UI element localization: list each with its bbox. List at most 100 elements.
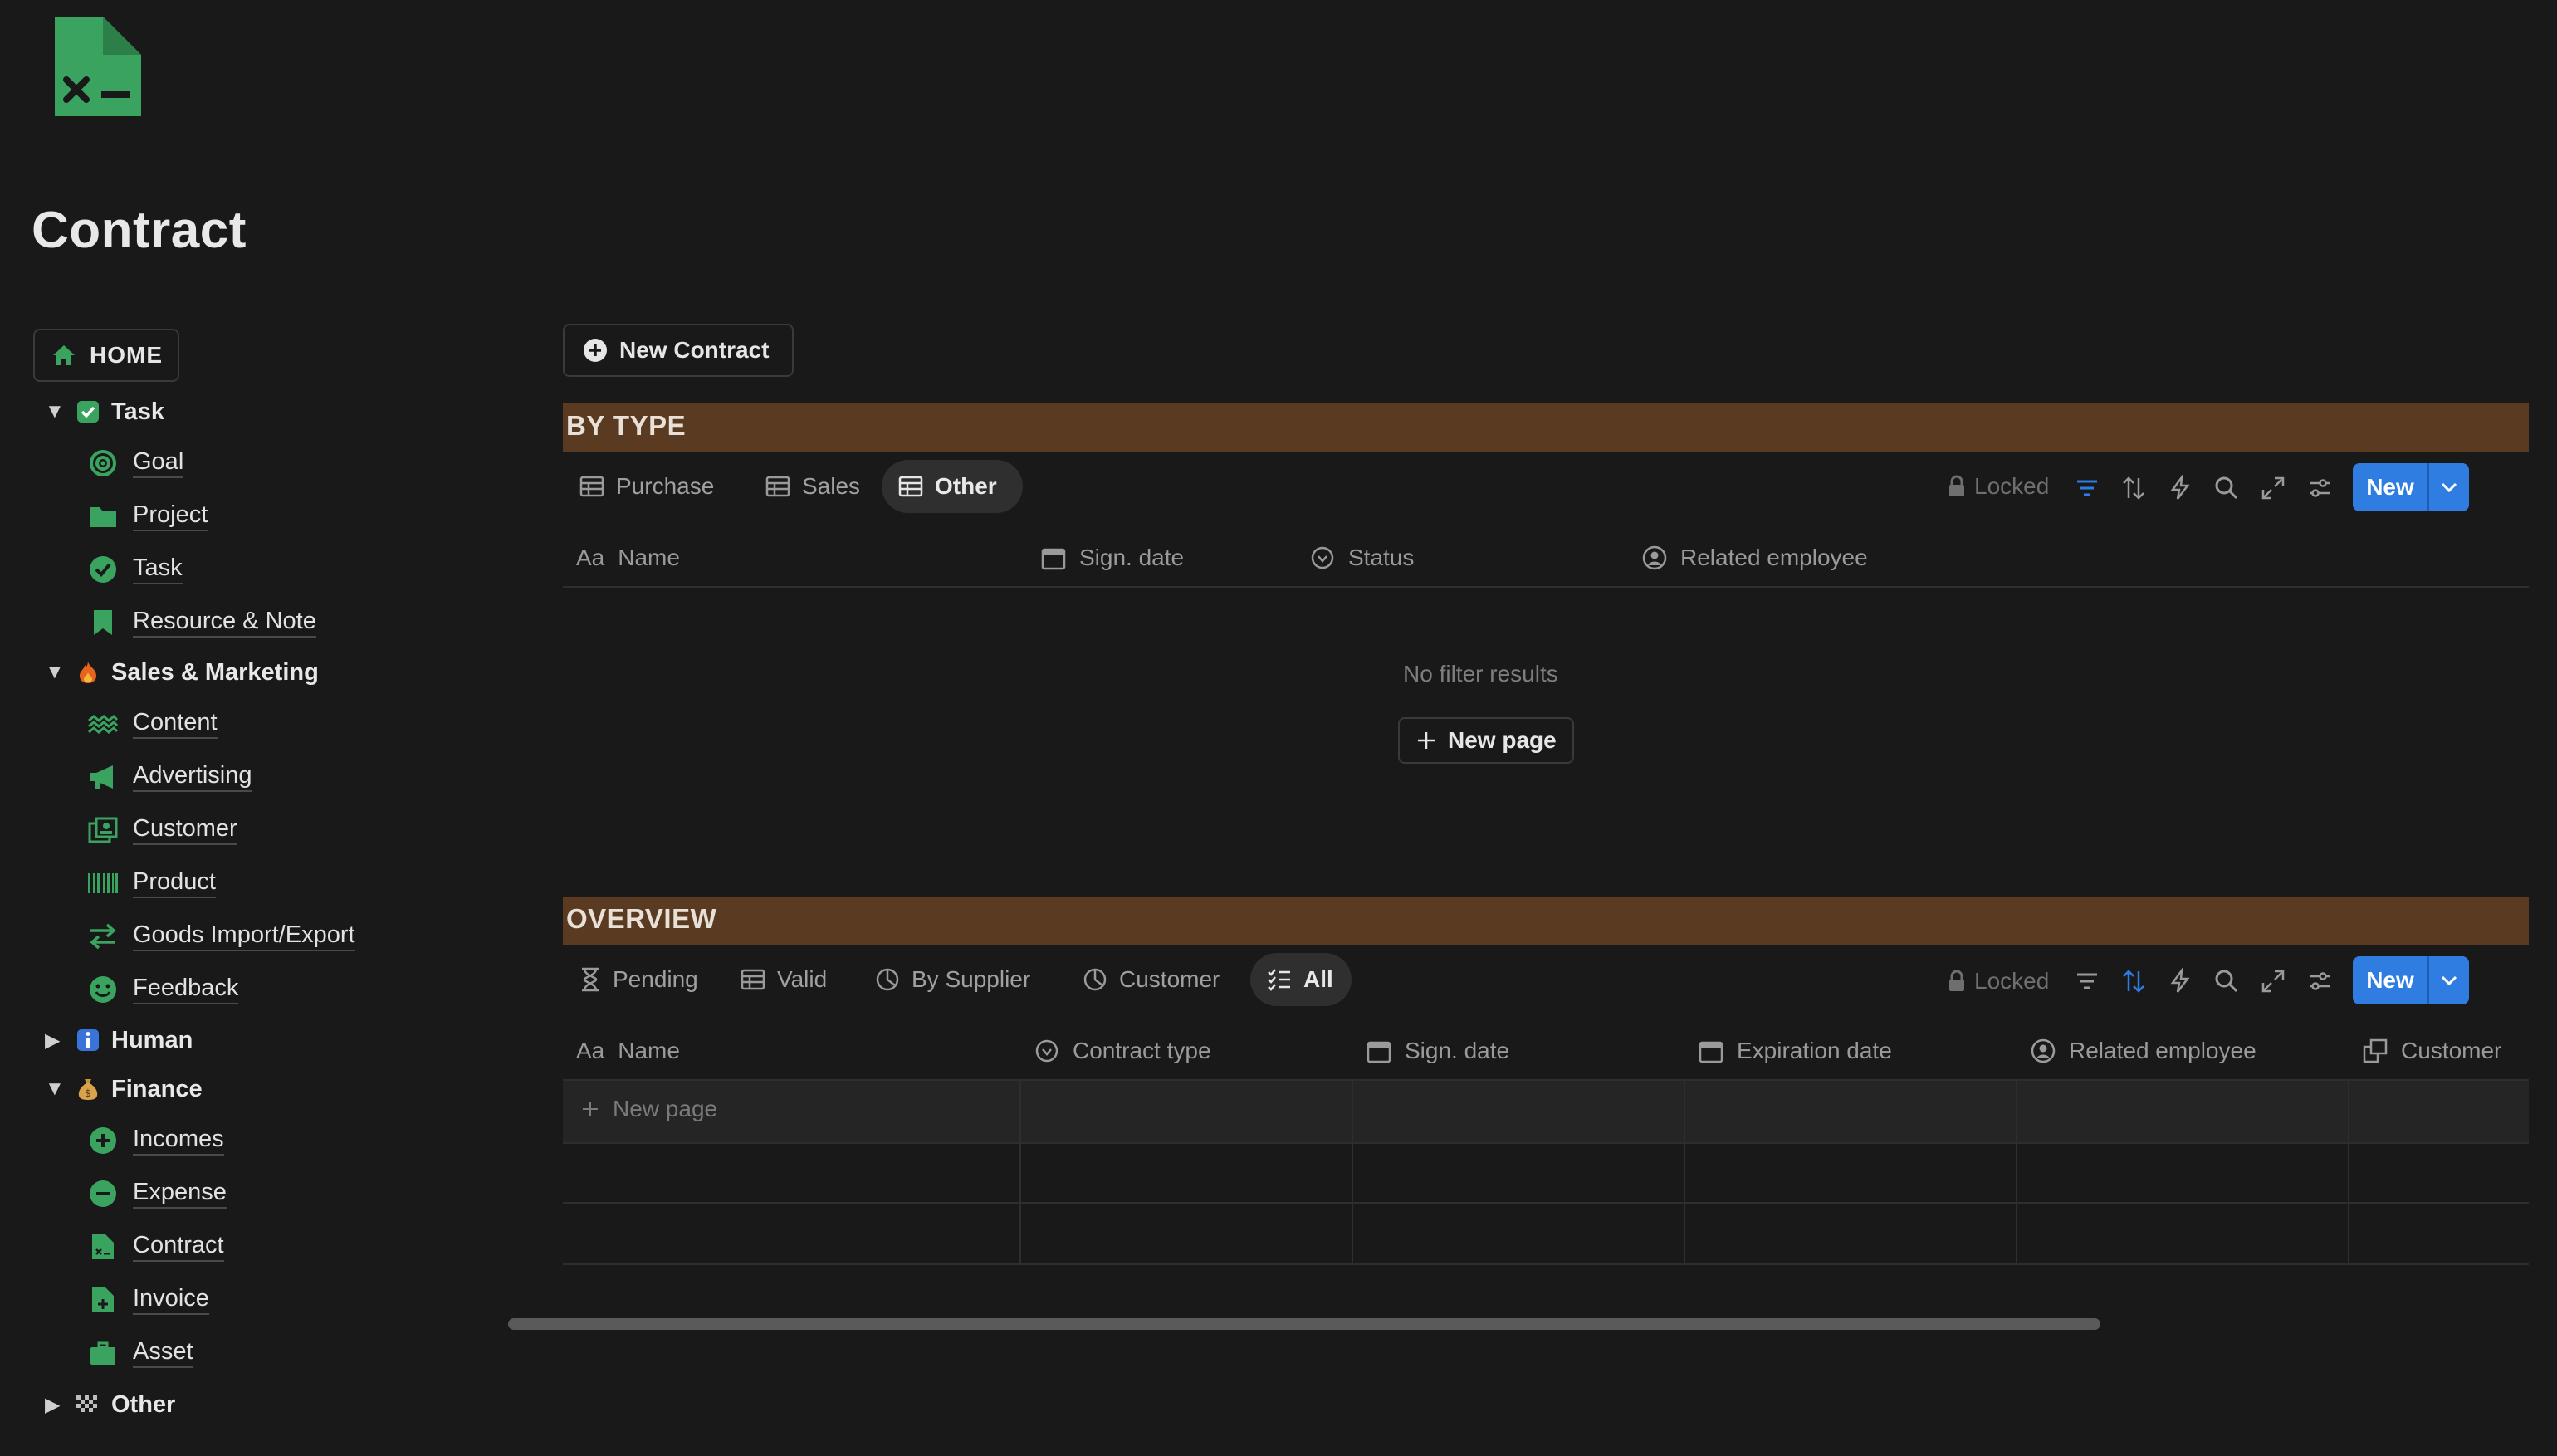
sidebar-group-label: Sales & Marketing	[111, 658, 319, 686]
table-icon	[898, 476, 923, 497]
column-header-sign-date[interactable]: Sign. date	[1367, 1034, 1509, 1068]
column-header-related-employee[interactable]: Related employee	[1642, 541, 1868, 574]
locked-indicator: Locked	[1948, 473, 2049, 500]
home-icon	[51, 344, 76, 367]
lock-icon	[1948, 970, 1966, 993]
sidebar-item-resource-note[interactable]: Resource & Note	[86, 599, 316, 646]
status-icon	[1310, 545, 1335, 570]
sidebar-item-invoice[interactable]: Invoice	[86, 1277, 209, 1323]
table-icon	[741, 969, 765, 990]
column-header-expiration-date[interactable]: Expiration date	[1699, 1034, 1892, 1068]
column-header-status[interactable]: Status	[1310, 541, 1414, 574]
sidebar-item-goal[interactable]: Goal	[86, 440, 184, 486]
lock-icon	[1948, 475, 1966, 498]
sidebar-item-content[interactable]: Content	[86, 701, 218, 747]
sidebar-group-other[interactable]: ▶ Other	[45, 1381, 175, 1428]
settings-sliders-icon[interactable]	[2306, 968, 2333, 994]
sidebar-group-label: Task	[111, 398, 164, 425]
tab-purchase[interactable]: Purchase	[563, 460, 731, 513]
home-button[interactable]: HOME	[33, 329, 179, 382]
text-property-icon: Aa	[576, 1038, 605, 1063]
plus-circle-icon	[583, 338, 608, 363]
sidebar-item-customer[interactable]: Customer	[86, 807, 237, 853]
sidebar-group-label: Human	[111, 1026, 193, 1053]
chevron-down-icon[interactable]: ▼	[45, 1077, 66, 1101]
new-record-button[interactable]: New	[2353, 956, 2469, 1004]
automation-bolt-icon[interactable]	[2167, 475, 2193, 501]
tab-all[interactable]: All	[1250, 953, 1352, 1006]
chevron-right-icon[interactable]: ▶	[45, 1393, 66, 1417]
check-mark-icon	[76, 400, 100, 423]
barcode-icon	[86, 867, 120, 900]
tab-pending[interactable]: Pending	[563, 953, 715, 1006]
chevron-down-icon[interactable]: ▼	[45, 661, 66, 684]
column-header-customer[interactable]: Customer	[2363, 1034, 2501, 1068]
sidebar-item-expense[interactable]: Expense	[86, 1170, 227, 1217]
sidebar-group-label: Finance	[111, 1075, 203, 1102]
money-bag-icon: $	[76, 1077, 100, 1101]
person-icon	[1642, 545, 1667, 570]
chevron-down-icon[interactable]	[2429, 481, 2469, 493]
calendar-icon	[1367, 1038, 1391, 1063]
bookmark-icon	[86, 606, 120, 639]
section-title: BY TYPE	[566, 410, 687, 441]
column-header-related-employee[interactable]: Related employee	[2031, 1034, 2256, 1068]
tab-other[interactable]: Other	[882, 460, 1023, 513]
new-record-button[interactable]: New	[2353, 463, 2469, 511]
sidebar-item-contract[interactable]: Contract	[86, 1224, 224, 1270]
relation-icon	[2363, 1038, 2388, 1063]
contact-card-icon	[86, 814, 120, 847]
tab-by-supplier[interactable]: By Supplier	[858, 953, 1047, 1006]
chevron-down-icon[interactable]	[2429, 975, 2469, 986]
sidebar-item-advertising[interactable]: Advertising	[86, 754, 252, 800]
sidebar-item-incomes[interactable]: Incomes	[86, 1117, 224, 1164]
sidebar-item-product[interactable]: Product	[86, 860, 216, 906]
locked-indicator: Locked	[1948, 968, 2049, 994]
sort-icon[interactable]	[2120, 968, 2147, 994]
automation-bolt-icon[interactable]	[2167, 968, 2193, 994]
swap-arrows-icon	[86, 920, 120, 953]
checkered-flag-icon	[76, 1393, 100, 1416]
section-header-overview: OVERVIEW	[563, 897, 2529, 945]
tab-valid[interactable]: Valid	[724, 953, 843, 1006]
sort-icon[interactable]	[2120, 475, 2147, 501]
tab-sales[interactable]: Sales	[749, 460, 877, 513]
sidebar-item-goods-import-export[interactable]: Goods Import/Export	[86, 913, 355, 960]
new-page-button[interactable]: New page	[1398, 717, 1574, 764]
column-header-contract-type[interactable]: Contract type	[1034, 1034, 1211, 1068]
home-label: HOME	[90, 342, 163, 368]
tab-customer[interactable]: Customer	[1066, 953, 1236, 1006]
sidebar-group-human[interactable]: ▶ Human	[45, 1017, 193, 1063]
horizontal-scrollbar[interactable]	[508, 1318, 2100, 1330]
settings-sliders-icon[interactable]	[2306, 475, 2333, 501]
search-icon[interactable]	[2213, 968, 2240, 994]
sidebar-group-finance[interactable]: ▼ $ Finance	[45, 1066, 203, 1112]
filter-icon[interactable]	[2074, 968, 2100, 994]
expand-icon[interactable]	[2260, 475, 2286, 501]
briefcase-icon	[86, 1336, 120, 1370]
pie-chart-icon	[1083, 967, 1107, 992]
sidebar-item-task[interactable]: Task	[86, 546, 183, 593]
column-header-sign-date[interactable]: Sign. date	[1041, 541, 1184, 574]
chevron-down-icon[interactable]: ▼	[45, 400, 66, 423]
table-icon	[765, 476, 790, 497]
sidebar-group-task[interactable]: ▼ Task	[45, 388, 164, 435]
sidebar-group-sales-marketing[interactable]: ▼ Sales & Marketing	[45, 649, 319, 696]
sidebar-item-project[interactable]: Project	[86, 493, 208, 540]
person-icon	[2031, 1038, 2056, 1063]
filter-icon[interactable]	[2074, 475, 2100, 501]
expand-icon[interactable]	[2260, 968, 2286, 994]
sidebar-item-asset[interactable]: Asset	[86, 1330, 193, 1376]
search-icon[interactable]	[2213, 475, 2240, 501]
svg-text:$: $	[85, 1087, 91, 1099]
check-circle-icon	[86, 553, 120, 586]
column-header-name[interactable]: Aa Name	[576, 541, 680, 574]
sidebar-group-label: Other	[111, 1390, 176, 1418]
plus-icon	[581, 1100, 599, 1118]
chevron-right-icon[interactable]: ▶	[45, 1028, 66, 1053]
sidebar-item-feedback[interactable]: Feedback	[86, 966, 239, 1013]
column-header-name[interactable]: Aa Name	[576, 1034, 680, 1068]
new-contract-button[interactable]: New Contract	[563, 324, 794, 377]
table-row-new-page[interactable]: New page	[563, 1081, 2529, 1142]
information-icon	[76, 1028, 100, 1052]
